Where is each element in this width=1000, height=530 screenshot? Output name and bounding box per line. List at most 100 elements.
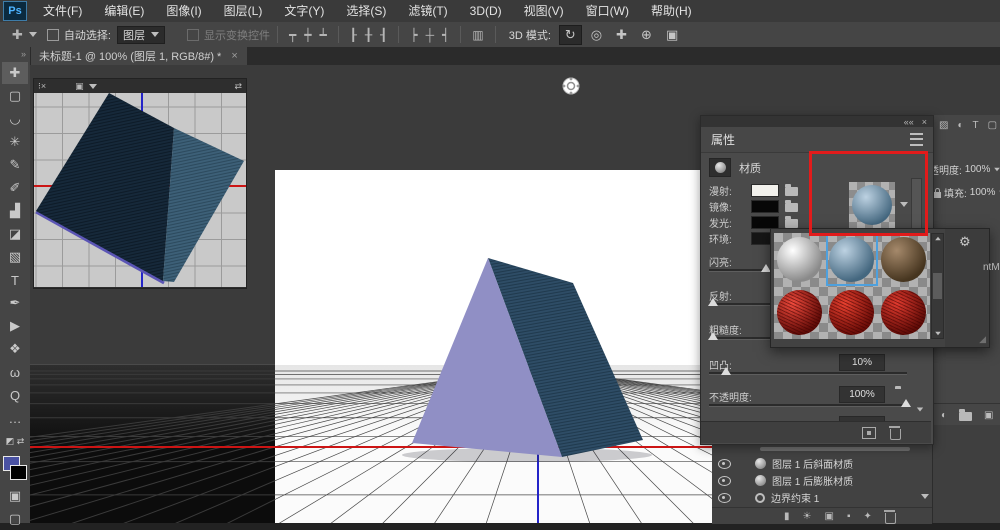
- show-transform-checkbox[interactable]: [187, 29, 199, 41]
- screen-mode-icon[interactable]: ▢: [2, 508, 28, 530]
- filter-camera-icon[interactable]: ▣: [824, 511, 833, 522]
- tool-eyedropper[interactable]: ✎: [2, 154, 28, 176]
- paint-dot-icon[interactable]: ▪: [847, 511, 851, 522]
- type-filter-icon[interactable]: T: [970, 120, 982, 131]
- resize-grip-icon[interactable]: ◢: [979, 334, 986, 345]
- tool-pen[interactable]: ✒: [2, 292, 28, 314]
- tool-path-select[interactable]: ▶: [2, 315, 28, 337]
- scroll-up-icon[interactable]: [935, 237, 941, 241]
- tool-move[interactable]: ✚: [2, 62, 28, 84]
- background-color-swatch[interactable]: [10, 465, 27, 480]
- distribute-bottom-icon[interactable]: ┥: [438, 28, 453, 42]
- tool-lasso[interactable]: ◡: [2, 108, 28, 130]
- delete-3d-item-icon[interactable]: [885, 513, 896, 524]
- material-red-weave-2[interactable]: [826, 286, 878, 339]
- material-wood-brown[interactable]: [878, 233, 930, 286]
- menu-layer[interactable]: 图层(L): [213, 0, 274, 22]
- 3d-item-layer1-back-bevel-material[interactable]: 图层 1 后斜面材质: [712, 455, 932, 472]
- menu-file[interactable]: 文件(F): [32, 0, 93, 22]
- document-tab[interactable]: 未标题-1 @ 100% (图层 1, RGB/8#) * ×: [30, 47, 247, 65]
- align-vertical-centers-icon[interactable]: ┿: [300, 28, 315, 42]
- slider-thumb[interactable]: [708, 332, 718, 340]
- auto-select-target-dropdown[interactable]: 图层: [117, 26, 165, 44]
- swap-view-icon[interactable]: ⇄: [234, 81, 242, 92]
- 3d-panel-scrollbar[interactable]: [760, 447, 910, 451]
- scale-3d-object-icon[interactable]: ▣: [661, 26, 683, 44]
- secondary-view-close-icon[interactable]: ⁝×: [38, 81, 46, 92]
- menu-help[interactable]: 帮助(H): [640, 0, 703, 22]
- 3d-item-boundary-constraint-1[interactable]: 边界约束 1: [712, 489, 932, 506]
- bump-slider-thumb[interactable]: [721, 367, 731, 375]
- 3d-extruded-object[interactable]: [275, 170, 712, 523]
- opacity-chevron-icon[interactable]: [995, 168, 1000, 172]
- drag-3d-camera-icon[interactable]: ✚: [611, 26, 632, 44]
- tool-preset-chevron-icon[interactable]: [29, 32, 37, 37]
- secondary-view[interactable]: ⁝× ▣ ⇄: [33, 78, 247, 289]
- bump-value-field[interactable]: 10%: [839, 354, 885, 371]
- add-light-icon[interactable]: ✦: [863, 511, 871, 522]
- menu-filter[interactable]: 滤镜(T): [397, 0, 458, 22]
- secondary-view-camera-chevron-icon[interactable]: [89, 84, 97, 89]
- filter-materials-icon[interactable]: ▮: [784, 511, 790, 522]
- new-adjustment-layer-icon[interactable]: ◐: [938, 410, 950, 421]
- scroll-down-icon[interactable]: [935, 332, 941, 336]
- close-panel-icon[interactable]: ×: [922, 117, 927, 127]
- tool-type[interactable]: T: [2, 269, 28, 291]
- menu-3d[interactable]: 3D(D): [459, 0, 513, 22]
- material-opacity-field[interactable]: 100%: [839, 386, 885, 403]
- material-red-weave-3[interactable]: [878, 286, 930, 339]
- delete-icon[interactable]: [890, 429, 901, 440]
- move-tool-icon[interactable]: ✚: [8, 27, 27, 43]
- distribute-top-icon[interactable]: ┝: [406, 28, 421, 42]
- align-left-edges-icon[interactable]: ┠: [346, 28, 361, 42]
- swap-colors-icon[interactable]: ◩ ⇄: [2, 430, 28, 452]
- slide-3d-camera-icon[interactable]: ⊕: [636, 26, 657, 44]
- align-top-edges-icon[interactable]: ┯: [285, 28, 300, 42]
- opacity-value[interactable]: 100%: [965, 164, 991, 175]
- menu-image[interactable]: 图像(I): [155, 0, 212, 22]
- roll-3d-camera-icon[interactable]: ◎: [586, 26, 607, 44]
- auto-select-checkbox[interactable]: [47, 29, 59, 41]
- tool-clone-stamp[interactable]: ▟: [2, 200, 28, 222]
- pixel-filter-icon[interactable]: ▨: [936, 120, 951, 131]
- distribute-spacing-icon[interactable]: ▥: [468, 28, 487, 42]
- secondary-view-camera-icon[interactable]: ▣: [75, 81, 84, 92]
- opacity-slider-thumb[interactable]: [901, 399, 911, 407]
- map-color-swatch[interactable]: [751, 216, 779, 229]
- quick-mask-icon[interactable]: ▣: [2, 485, 28, 507]
- visibility-eye-icon[interactable]: [718, 493, 731, 503]
- menu-window[interactable]: 窗口(W): [575, 0, 640, 22]
- shape-filter-icon[interactable]: ▢: [985, 120, 1000, 131]
- 3d-item-layer1-back-inflation-material[interactable]: 图层 1 后膨胀材质: [712, 472, 932, 489]
- map-folder-icon[interactable]: [785, 203, 798, 212]
- tool-zoom[interactable]: Q: [2, 384, 28, 406]
- tool-eraser[interactable]: ◪: [2, 223, 28, 245]
- bump-slider-track[interactable]: [709, 372, 907, 375]
- menu-select[interactable]: 选择(S): [335, 0, 397, 22]
- filter-lights-icon[interactable]: ☀: [803, 511, 812, 522]
- material-steel-blue[interactable]: [826, 233, 878, 286]
- menu-edit[interactable]: 编辑(E): [93, 0, 155, 22]
- 3d-view-gizmo[interactable]: [560, 75, 582, 97]
- tool-magic-wand[interactable]: ✳: [2, 131, 28, 153]
- scroll-thumb[interactable]: [933, 273, 942, 299]
- new-group-icon[interactable]: [959, 412, 972, 421]
- map-color-swatch[interactable]: [751, 200, 779, 213]
- new-layer-icon[interactable]: ▣: [981, 410, 996, 421]
- menu-view[interactable]: 视图(V): [513, 0, 575, 22]
- collapse-panel-icon[interactable]: ««: [904, 117, 914, 127]
- 3d-panel-chevron-icon[interactable]: [921, 494, 929, 499]
- fill-value[interactable]: 100%: [970, 187, 996, 198]
- slider-thumb[interactable]: [708, 298, 718, 306]
- visibility-eye-icon[interactable]: [718, 476, 731, 486]
- visibility-eye-icon[interactable]: [718, 459, 731, 469]
- panel-menu-icon[interactable]: [910, 133, 923, 146]
- photoshop-logo[interactable]: Ps: [4, 2, 26, 20]
- material-white[interactable]: [774, 233, 826, 286]
- make-from-layer-icon[interactable]: [862, 427, 876, 439]
- lock-icon[interactable]: [934, 192, 941, 198]
- opacity-slider-track[interactable]: [709, 404, 907, 407]
- align-right-edges-icon[interactable]: ┨: [376, 28, 391, 42]
- align-bottom-edges-icon[interactable]: ┷: [315, 28, 330, 42]
- secondary-view-viewport[interactable]: [34, 93, 246, 287]
